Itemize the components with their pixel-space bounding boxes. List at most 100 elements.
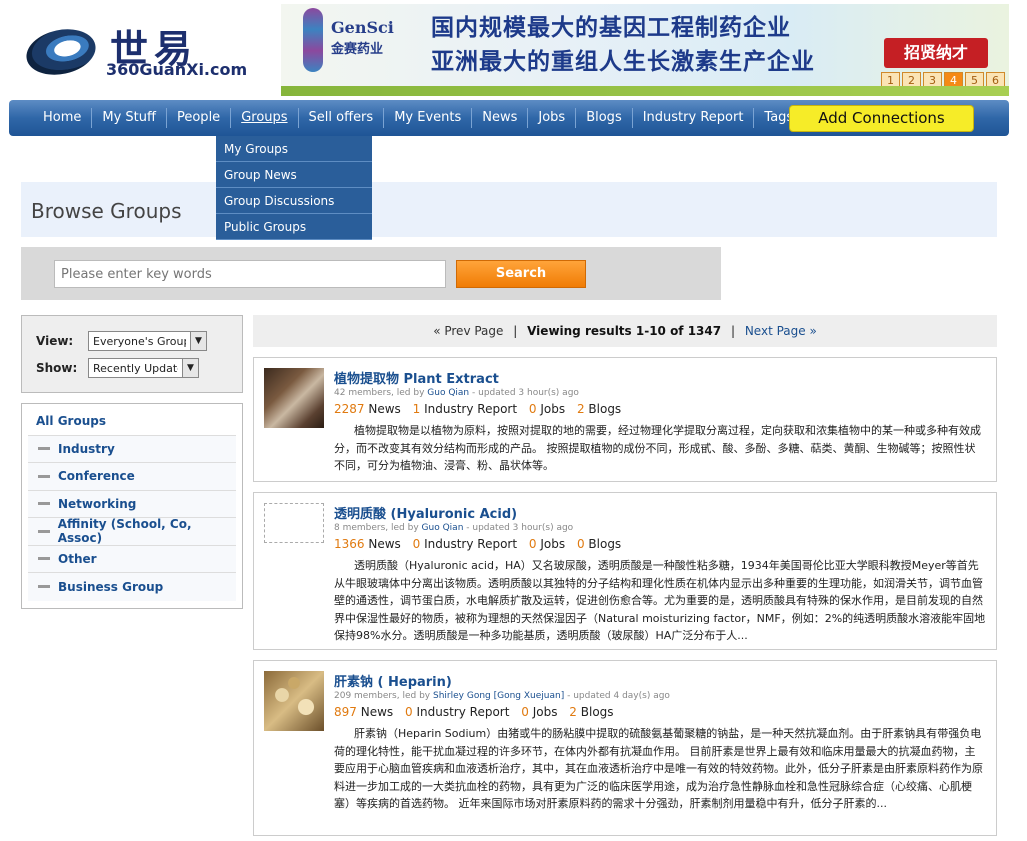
dash-icon bbox=[38, 502, 50, 506]
group-updated: - updated 3 hour(s) ago bbox=[472, 388, 579, 398]
blogs-count: 0 bbox=[576, 537, 585, 551]
menu-public-groups[interactable]: Public Groups bbox=[216, 214, 372, 240]
menu-my-groups[interactable]: My Groups bbox=[216, 136, 372, 162]
banner-pagination: 123456 bbox=[881, 72, 1005, 90]
nav-home[interactable]: Home bbox=[33, 108, 93, 128]
banner-page-4[interactable]: 4 bbox=[944, 72, 963, 90]
blogs-link[interactable]: Blogs bbox=[588, 537, 621, 551]
nav-news[interactable]: News bbox=[472, 108, 529, 128]
category-all-groups[interactable]: All Groups bbox=[28, 408, 236, 436]
group-title-link[interactable]: 肝素钠 ( Heparin) bbox=[334, 675, 452, 690]
group-description: 透明质酸（Hyaluronic acid，HA）又名玻尿酸，透明质酸是一种酸性粘… bbox=[334, 559, 986, 642]
results-pager: « Prev Page | Viewing results 1-10 of 13… bbox=[253, 315, 997, 347]
category-label: Networking bbox=[58, 496, 137, 511]
news-link[interactable]: News bbox=[368, 402, 400, 416]
category-industry[interactable]: Industry bbox=[28, 435, 236, 463]
menu-group-discussions[interactable]: Group Discussions bbox=[216, 188, 372, 214]
nav-sell-offers[interactable]: Sell offers bbox=[299, 108, 385, 128]
category-list: All Groups Industry Conference Networkin… bbox=[21, 403, 243, 609]
ad-banner[interactable]: GenSci 金赛药业 国内规模最大的基因工程制药企业 亚洲最大的重组人生长激素… bbox=[281, 4, 1009, 96]
nav-groups[interactable]: Groups bbox=[231, 108, 299, 128]
group-leader-link[interactable]: Shirley Gong [Gong Xuejuan] bbox=[433, 691, 564, 701]
banner-page-5[interactable]: 5 bbox=[965, 72, 984, 90]
news-count: 1366 bbox=[334, 537, 365, 551]
category-label: Industry bbox=[58, 441, 115, 456]
jobs-link[interactable]: Jobs bbox=[533, 705, 558, 719]
nav-industry-report[interactable]: Industry Report bbox=[633, 108, 755, 128]
group-title-link[interactable]: 植物提取物 Plant Extract bbox=[334, 372, 499, 387]
group-card: 肝素钠 ( Heparin) 209 members, led by Shirl… bbox=[253, 660, 997, 836]
banner-recruit-button[interactable]: 招贤纳才 bbox=[884, 38, 988, 68]
nav-my-events[interactable]: My Events bbox=[384, 108, 473, 128]
category-conference[interactable]: Conference bbox=[28, 463, 236, 491]
industry-report-link[interactable]: Industry Report bbox=[424, 537, 517, 551]
group-thumbnail[interactable] bbox=[264, 503, 324, 543]
search-button[interactable]: Search bbox=[456, 260, 586, 288]
category-networking[interactable]: Networking bbox=[28, 490, 236, 518]
show-filter-row: Show: Recently Updated ▼ bbox=[36, 358, 199, 378]
news-link[interactable]: News bbox=[361, 705, 393, 719]
prev-page-link[interactable]: « Prev Page bbox=[433, 324, 503, 338]
jobs-link[interactable]: Jobs bbox=[540, 537, 565, 551]
dash-icon bbox=[38, 474, 50, 478]
report-count: 1 bbox=[412, 402, 421, 416]
banner-page-2[interactable]: 2 bbox=[902, 72, 921, 90]
group-leader-link[interactable]: Guo Qian bbox=[427, 388, 469, 398]
banner-brand-cn: 金赛药业 bbox=[331, 42, 384, 57]
news-count: 2287 bbox=[334, 402, 365, 416]
group-meta: 8 members, led by Guo Qian - updated 3 h… bbox=[334, 523, 986, 533]
nav-my-stuff[interactable]: My Stuff bbox=[92, 108, 167, 128]
banner-headline-1: 国内规模最大的基因工程制药企业 bbox=[431, 14, 791, 41]
blogs-link[interactable]: Blogs bbox=[581, 705, 614, 719]
page-header: Browse Groups bbox=[21, 182, 997, 237]
category-label: Business Group bbox=[58, 579, 164, 594]
view-select[interactable]: Everyone's Groups ▼ bbox=[88, 331, 207, 351]
main-nav: Home My Stuff People Groups Sell offers … bbox=[9, 100, 1009, 136]
logo-url-text: 360GuanXi.com bbox=[106, 60, 248, 79]
group-thumbnail[interactable] bbox=[264, 368, 324, 428]
site-logo[interactable]: 世易 360GuanXi.com bbox=[22, 18, 274, 82]
banner-page-6[interactable]: 6 bbox=[986, 72, 1005, 90]
category-other[interactable]: Other bbox=[28, 545, 236, 573]
show-select[interactable]: Recently Updated ▼ bbox=[88, 358, 199, 378]
news-count: 897 bbox=[334, 705, 357, 719]
group-leader-link[interactable]: Guo Qian bbox=[422, 523, 464, 533]
group-updated: - updated 3 hour(s) ago bbox=[466, 523, 574, 533]
blogs-link[interactable]: Blogs bbox=[588, 402, 621, 416]
group-members: 209 members, led by bbox=[334, 691, 431, 701]
show-label: Show: bbox=[36, 361, 78, 375]
category-label: Conference bbox=[58, 469, 135, 484]
add-connections-button[interactable]: Add Connections bbox=[789, 105, 974, 132]
menu-group-news[interactable]: Group News bbox=[216, 162, 372, 188]
category-affinity[interactable]: Affinity (School, Co, Assoc) bbox=[28, 517, 236, 546]
globe-logo-icon bbox=[22, 23, 100, 81]
group-stats: 897 News 0 Industry Report 0 Jobs 2 Blog… bbox=[334, 705, 986, 719]
group-thumbnail[interactable] bbox=[264, 671, 324, 731]
group-meta: 209 members, led by Shirley Gong [Gong X… bbox=[334, 691, 986, 701]
group-description: 肝素钠（Heparin Sodium）由猪或牛的肠粘膜中提取的硫酸氨基葡聚糖的钠… bbox=[334, 727, 983, 810]
jobs-link[interactable]: Jobs bbox=[540, 402, 565, 416]
nav-people[interactable]: People bbox=[167, 108, 232, 128]
news-link[interactable]: News bbox=[368, 537, 400, 551]
dash-icon bbox=[38, 557, 50, 561]
view-select-value: Everyone's Groups bbox=[93, 334, 186, 348]
banner-page-1[interactable]: 1 bbox=[881, 72, 900, 90]
groups-dropdown-menu: My Groups Group News Group Discussions P… bbox=[216, 136, 372, 240]
banner-headline-2: 亚洲最大的重组人生长激素生产企业 bbox=[431, 48, 815, 75]
category-business-group[interactable]: Business Group bbox=[28, 573, 236, 601]
chevron-down-icon: ▼ bbox=[190, 332, 206, 350]
industry-report-link[interactable]: Industry Report bbox=[416, 705, 509, 719]
banner-page-3[interactable]: 3 bbox=[923, 72, 942, 90]
nav-jobs[interactable]: Jobs bbox=[528, 108, 577, 128]
search-input[interactable] bbox=[54, 260, 446, 288]
view-filter-row: View: Everyone's Groups ▼ bbox=[36, 331, 207, 351]
category-label: Affinity (School, Co, Assoc) bbox=[57, 517, 192, 546]
blogs-count: 2 bbox=[569, 705, 577, 719]
group-card: 植物提取物 Plant Extract 42 members, led by G… bbox=[253, 357, 997, 482]
dash-icon bbox=[38, 447, 50, 451]
next-page-link[interactable]: Next Page » bbox=[745, 324, 817, 338]
group-title-link[interactable]: 透明质酸 (Hyaluronic Acid) bbox=[334, 507, 517, 522]
group-stats: 2287 News 1 Industry Report 0 Jobs 2 Blo… bbox=[334, 402, 986, 416]
industry-report-link[interactable]: Industry Report bbox=[424, 402, 517, 416]
nav-blogs[interactable]: Blogs bbox=[576, 108, 633, 128]
